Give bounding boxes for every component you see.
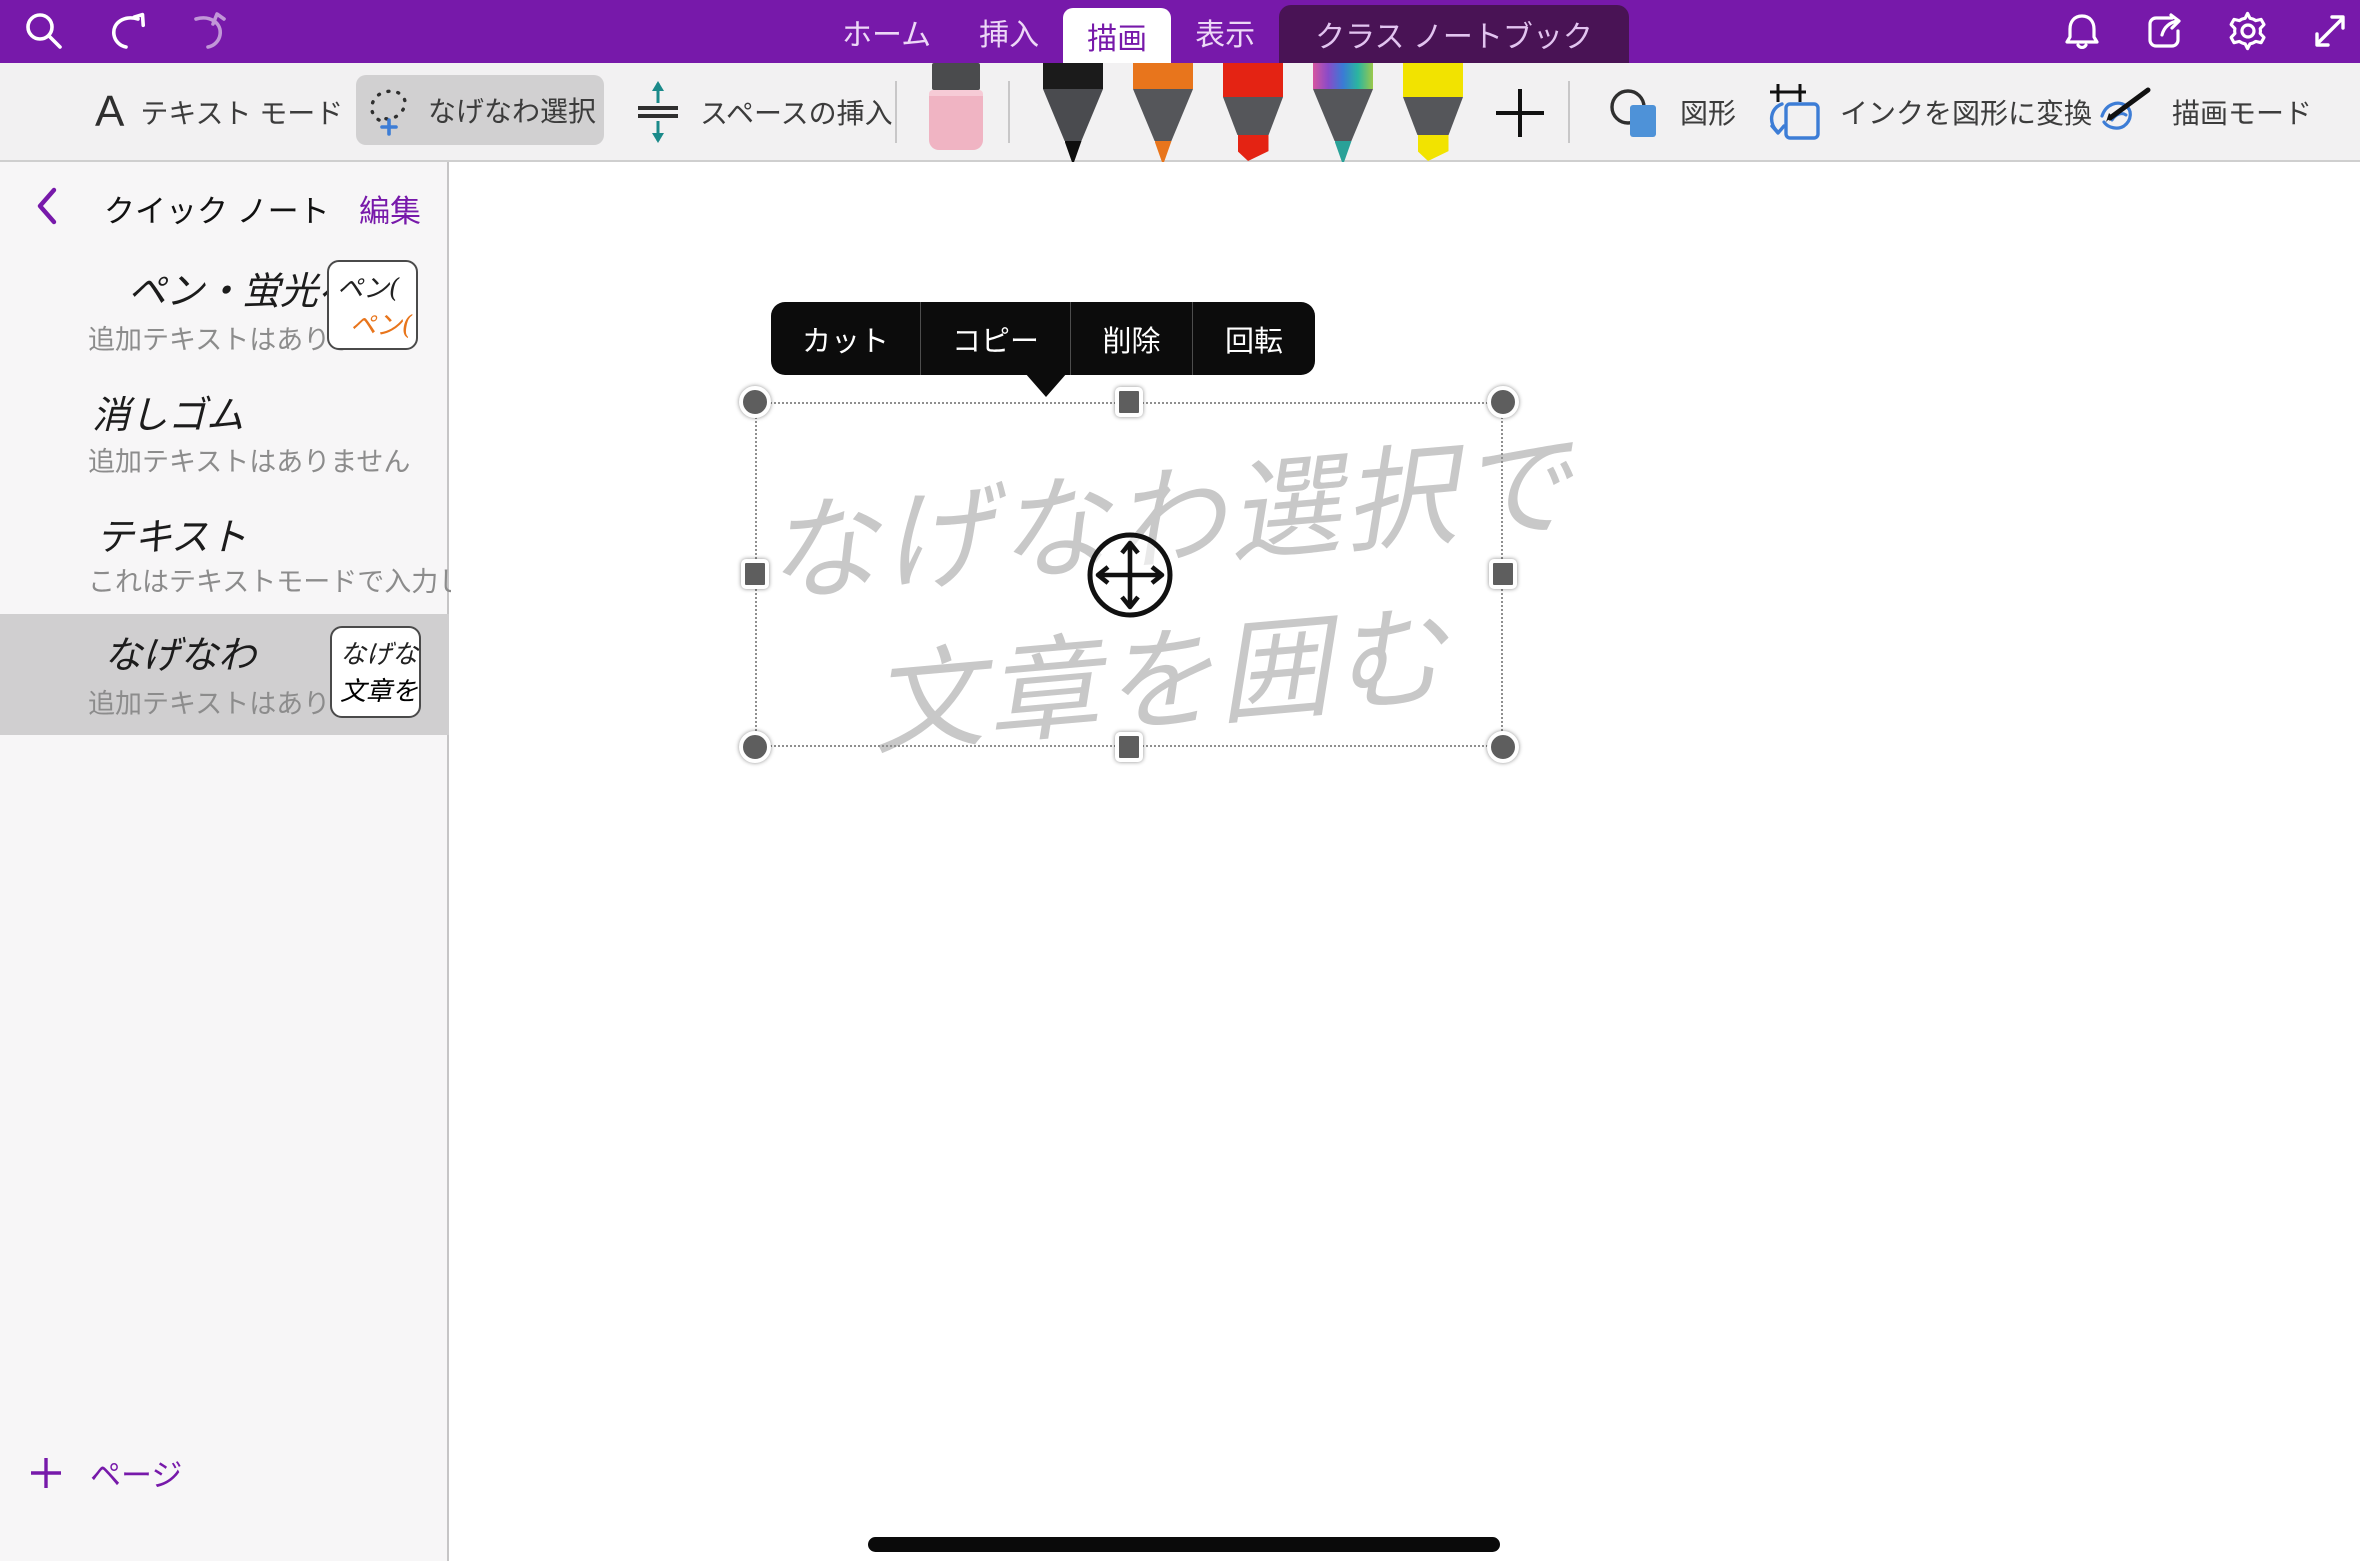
- page-subtitle: 追加テキストはありません: [88, 440, 410, 479]
- red-highlighter-tool[interactable]: [1214, 63, 1292, 161]
- page-thumbnail: ペン( ペン(: [327, 260, 418, 350]
- settings-gear-icon[interactable]: [2226, 9, 2270, 53]
- thumbnail-ink-line: なげな: [340, 634, 415, 671]
- move-handle-icon[interactable]: [1085, 530, 1175, 620]
- selection-handle-top[interactable]: [1115, 387, 1143, 417]
- ink-context-menu: カット コピー 削除 回転: [771, 302, 1315, 375]
- selected-ink-strokes: なげなわ選択で 文章を囲む: [451, 162, 2360, 1561]
- add-page-button[interactable]: ページ: [28, 1450, 182, 1495]
- toolbar-divider: [1568, 81, 1570, 143]
- selection-handle-left[interactable]: [741, 559, 769, 589]
- lasso-label: なげなわ選択: [428, 90, 596, 130]
- draw-mode-label: 描画モード: [2172, 92, 2312, 132]
- top-app-bar: ホーム 挿入 描画 表示 クラス ノートブック: [0, 0, 2360, 63]
- page-list-sidebar: クイック ノート 編集 ペン・蛍光ペン 追加テキストはありま… ペン( ペン( …: [0, 162, 449, 1561]
- ribbon-tabs: ホーム 挿入 描画 表示 クラス ノートブック: [818, 0, 1629, 63]
- draw-toolbar: A テキスト モード なげなわ選択 スペースの挿入: [0, 63, 2360, 162]
- shapes-icon: [1606, 83, 1664, 141]
- edit-button[interactable]: 編集: [359, 186, 421, 231]
- galaxy-pen-tool[interactable]: [1304, 63, 1382, 165]
- home-indicator-bar[interactable]: [868, 1537, 1500, 1552]
- delete-menu-item[interactable]: 削除: [1071, 302, 1193, 375]
- tab-class-notebook[interactable]: クラス ノートブック: [1279, 5, 1629, 63]
- note-canvas[interactable]: なげなわ選択で 文章を囲む カット コピー 削除 回転: [451, 162, 2360, 1561]
- thumbnail-ink-line: ペン(: [337, 268, 412, 305]
- orange-pen-tool[interactable]: [1124, 63, 1202, 165]
- selection-handle-bottom-right[interactable]: [1487, 731, 1519, 763]
- insert-space-label: スペースの挿入: [700, 92, 893, 132]
- shapes-button[interactable]: 図形: [1606, 63, 1736, 160]
- eraser-tool[interactable]: [928, 63, 984, 150]
- draw-mode-icon: [2092, 82, 2156, 142]
- thumbnail-ink-line: ペン(: [337, 305, 412, 342]
- add-pen-icon[interactable]: [1492, 85, 1548, 141]
- page-title-ink: なげなわ: [104, 624, 256, 679]
- ink-to-shape-icon: [1762, 80, 1824, 144]
- toolbar-divider: [1008, 81, 1010, 143]
- notifications-bell-icon[interactable]: [2060, 9, 2104, 53]
- undo-icon[interactable]: [104, 9, 148, 53]
- add-page-label: ページ: [90, 1450, 182, 1495]
- fullscreen-expand-icon[interactable]: [2308, 9, 2352, 53]
- share-icon[interactable]: [2142, 9, 2186, 53]
- page-title-ink: 消しゴム: [92, 384, 244, 439]
- lasso-select-button[interactable]: なげなわ選択: [356, 75, 604, 145]
- text-mode-label: テキスト モード: [140, 92, 343, 132]
- insert-space-icon: [632, 81, 684, 143]
- text-mode-button[interactable]: A テキスト モード: [95, 63, 343, 160]
- text-mode-icon: A: [95, 87, 124, 137]
- context-menu-pointer: [1025, 373, 1067, 397]
- ink-to-shape-button[interactable]: インクを図形に変換: [1762, 63, 2092, 160]
- plus-icon: [28, 1455, 64, 1491]
- search-icon[interactable]: [22, 9, 66, 53]
- sidebar-header: クイック ノート 編集: [0, 162, 447, 250]
- toolbar-divider: [895, 81, 897, 143]
- draw-mode-button[interactable]: 描画モード: [2092, 63, 2312, 160]
- tab-view[interactable]: 表示: [1171, 0, 1279, 63]
- copy-menu-item[interactable]: コピー: [921, 302, 1071, 375]
- tab-home[interactable]: ホーム: [818, 0, 955, 63]
- page-subtitle: これはテキストモードで入力し…: [88, 560, 492, 599]
- ink-to-shape-label: インクを図形に変換: [1840, 92, 2092, 132]
- back-chevron-icon[interactable]: [30, 184, 64, 228]
- selection-handle-bottom[interactable]: [1115, 732, 1143, 762]
- selection-handle-top-left[interactable]: [739, 386, 771, 418]
- selection-handle-bottom-left[interactable]: [739, 731, 771, 763]
- tab-insert[interactable]: 挿入: [955, 0, 1063, 63]
- page-title-ink: テキスト: [96, 506, 247, 561]
- notebook-title: クイック ノート: [104, 186, 330, 231]
- selection-handle-top-right[interactable]: [1487, 386, 1519, 418]
- yellow-highlighter-tool[interactable]: [1394, 63, 1472, 161]
- insert-space-button[interactable]: スペースの挿入: [632, 63, 893, 160]
- cut-menu-item[interactable]: カット: [771, 302, 921, 375]
- page-thumbnail: なげな 文章を: [330, 626, 421, 718]
- lasso-icon: [364, 82, 414, 138]
- rotate-menu-item[interactable]: 回転: [1193, 302, 1315, 375]
- shapes-label: 図形: [1680, 92, 1736, 132]
- selection-handle-right[interactable]: [1489, 559, 1517, 589]
- tab-draw[interactable]: 描画: [1063, 8, 1171, 63]
- black-pen-tool[interactable]: [1034, 63, 1112, 165]
- redo-icon[interactable]: [186, 9, 230, 53]
- thumbnail-ink-line: 文章を: [340, 671, 415, 708]
